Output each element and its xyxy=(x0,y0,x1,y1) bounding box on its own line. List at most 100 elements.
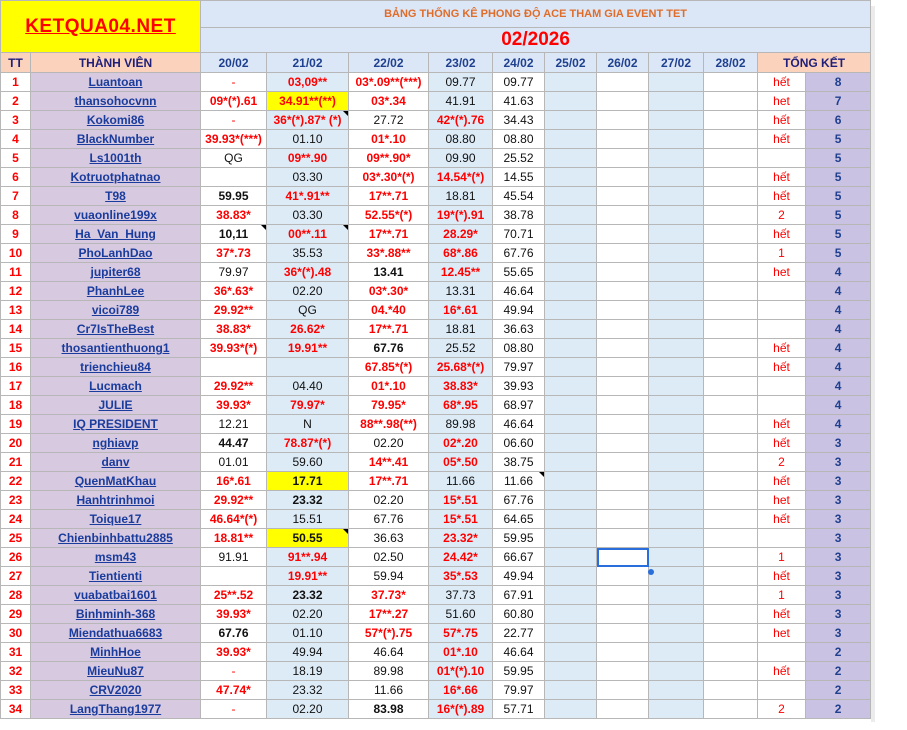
day-result-cell[interactable] xyxy=(648,129,705,149)
day-result-cell[interactable] xyxy=(596,490,650,510)
total-count[interactable]: 3 xyxy=(805,452,872,472)
status-note[interactable]: 1 xyxy=(757,243,807,263)
total-count[interactable]: 3 xyxy=(805,471,872,491)
status-note[interactable] xyxy=(757,528,807,548)
day-result-cell[interactable] xyxy=(703,376,759,396)
row-number[interactable]: 12 xyxy=(0,281,31,301)
member-name-link[interactable]: JULIE xyxy=(29,395,202,415)
total-count[interactable]: 4 xyxy=(805,281,872,301)
day-result-cell[interactable] xyxy=(648,699,705,719)
day-result-cell[interactable] xyxy=(703,699,759,719)
day-result-cell[interactable] xyxy=(544,471,598,491)
day-result-cell[interactable]: 25.52 xyxy=(428,338,494,358)
day-result-cell[interactable] xyxy=(648,148,705,168)
day-result-cell[interactable]: 17**.71 xyxy=(348,319,430,339)
day-result-cell[interactable] xyxy=(648,604,705,624)
status-note[interactable]: hết xyxy=(757,186,807,206)
day-result-cell[interactable]: 79.95* xyxy=(348,395,430,415)
day-result-cell[interactable]: 19.91** xyxy=(266,566,350,586)
day-result-cell[interactable]: 17**.27 xyxy=(348,604,430,624)
day-result-cell[interactable] xyxy=(703,490,759,510)
row-number[interactable]: 34 xyxy=(0,699,31,719)
status-note[interactable]: 1 xyxy=(757,585,807,605)
day-result-cell[interactable]: 68*.86 xyxy=(428,243,494,263)
status-note[interactable]: hết xyxy=(757,338,807,358)
day-result-cell[interactable] xyxy=(648,471,705,491)
day-result-cell[interactable] xyxy=(703,338,759,358)
day-result-cell[interactable] xyxy=(648,509,705,529)
day-result-cell[interactable]: 01.10 xyxy=(266,129,350,149)
day-result-cell[interactable]: 00**.11 xyxy=(266,224,350,244)
day-result-cell[interactable]: 02*.20 xyxy=(428,433,494,453)
day-result-cell[interactable]: - xyxy=(200,72,268,92)
day-result-cell[interactable]: 33*.88** xyxy=(348,243,430,263)
member-name-link[interactable]: Luantoan xyxy=(29,72,202,92)
status-note[interactable] xyxy=(757,376,807,396)
day-result-cell[interactable]: 37.73* xyxy=(348,585,430,605)
day-result-cell[interactable]: 27.72 xyxy=(348,110,430,130)
day-result-cell[interactable] xyxy=(648,433,705,453)
day-result-cell[interactable]: 37*.73 xyxy=(200,243,268,263)
day-result-cell[interactable] xyxy=(544,148,598,168)
day-result-cell[interactable] xyxy=(544,110,598,130)
day-result-cell[interactable]: 22.77 xyxy=(492,623,546,643)
member-name-link[interactable]: vuaonline199x xyxy=(29,205,202,225)
member-name-link[interactable]: MinhHoe xyxy=(29,642,202,662)
day-result-cell[interactable]: 09.77 xyxy=(428,72,494,92)
day-result-cell[interactable] xyxy=(703,243,759,263)
header-date[interactable]: 22/02 xyxy=(348,52,430,73)
day-result-cell[interactable]: 64.65 xyxy=(492,509,546,529)
day-result-cell[interactable]: 02.20 xyxy=(348,433,430,453)
member-name-link[interactable]: thansohocvnn xyxy=(29,91,202,111)
total-count[interactable]: 3 xyxy=(805,566,872,586)
row-number[interactable]: 18 xyxy=(0,395,31,415)
day-result-cell[interactable]: 79.97 xyxy=(492,680,546,700)
day-result-cell[interactable]: 03,09** xyxy=(266,72,350,92)
status-note[interactable]: hết xyxy=(757,661,807,681)
day-result-cell[interactable] xyxy=(544,547,598,567)
day-result-cell[interactable] xyxy=(596,604,650,624)
day-result-cell[interactable]: 24.42* xyxy=(428,547,494,567)
total-count[interactable]: 4 xyxy=(805,395,872,415)
day-result-cell[interactable] xyxy=(544,395,598,415)
day-result-cell[interactable]: 36*.63* xyxy=(200,281,268,301)
day-result-cell[interactable]: 79.97 xyxy=(492,357,546,377)
day-result-cell[interactable]: 18.81** xyxy=(200,528,268,548)
header-date[interactable]: 21/02 xyxy=(266,52,350,73)
day-result-cell[interactable] xyxy=(544,376,598,396)
total-count[interactable]: 4 xyxy=(805,319,872,339)
total-count[interactable]: 2 xyxy=(805,661,872,681)
day-result-cell[interactable] xyxy=(648,110,705,130)
day-result-cell[interactable]: 18.81 xyxy=(428,186,494,206)
day-result-cell[interactable]: 03.30 xyxy=(266,167,350,187)
day-result-cell[interactable] xyxy=(596,509,650,529)
day-result-cell[interactable]: 25**.52 xyxy=(200,585,268,605)
member-name-link[interactable]: vuabatbai1601 xyxy=(29,585,202,605)
day-result-cell[interactable]: 05*.50 xyxy=(428,452,494,472)
day-result-cell[interactable]: 14.55 xyxy=(492,167,546,187)
day-result-cell[interactable] xyxy=(596,661,650,681)
day-result-cell[interactable] xyxy=(544,680,598,700)
day-result-cell[interactable] xyxy=(596,414,650,434)
day-result-cell[interactable]: 49.94 xyxy=(492,300,546,320)
member-name-link[interactable]: Ha_Van_Hung xyxy=(29,224,202,244)
total-count[interactable]: 2 xyxy=(805,642,872,662)
day-result-cell[interactable]: 60.80 xyxy=(492,604,546,624)
day-result-cell[interactable] xyxy=(596,566,650,586)
day-result-cell[interactable] xyxy=(703,319,759,339)
status-note[interactable]: hết xyxy=(757,604,807,624)
day-result-cell[interactable]: 13.41 xyxy=(348,262,430,282)
day-result-cell[interactable]: 06.60 xyxy=(492,433,546,453)
day-result-cell[interactable]: 23.32 xyxy=(266,585,350,605)
status-note[interactable]: 2 xyxy=(757,452,807,472)
day-result-cell[interactable] xyxy=(703,167,759,187)
total-count[interactable]: 5 xyxy=(805,167,872,187)
status-note[interactable] xyxy=(757,148,807,168)
row-number[interactable]: 29 xyxy=(0,604,31,624)
day-result-cell[interactable] xyxy=(596,433,650,453)
day-result-cell[interactable]: 88**.98(**) xyxy=(348,414,430,434)
day-result-cell[interactable] xyxy=(648,490,705,510)
member-name-link[interactable]: Lucmach xyxy=(29,376,202,396)
day-result-cell[interactable]: N xyxy=(266,414,350,434)
day-result-cell[interactable]: 28.29* xyxy=(428,224,494,244)
